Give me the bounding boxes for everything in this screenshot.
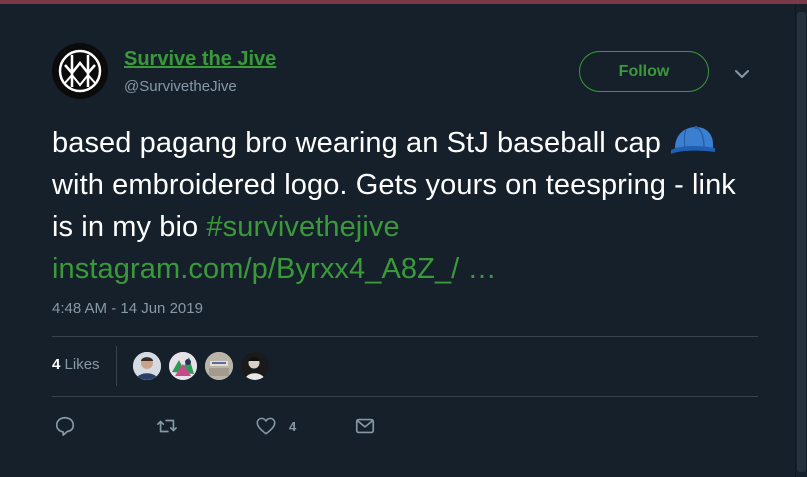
likes-count[interactable]: 4 Likes <box>52 356 100 373</box>
instagram-link[interactable]: instagram.com/p/Byrxx4_A8Z_/ … <box>52 253 497 285</box>
divider-bottom <box>52 396 758 397</box>
retweet-button[interactable] <box>156 414 178 438</box>
liker-avatar[interactable] <box>239 350 271 382</box>
direct-message-button[interactable] <box>354 414 376 438</box>
baseball-cap-icon <box>669 124 717 156</box>
liker-avatar[interactable] <box>167 350 199 382</box>
liker-avatar[interactable] <box>203 350 235 382</box>
scrollbar[interactable] <box>795 4 807 477</box>
likes-label: Likes <box>64 356 100 373</box>
tweet-text-part1: based pagang bro wearing an StJ baseball… <box>52 127 670 159</box>
tweet-text: based pagang bro wearing an StJ baseball… <box>52 122 758 290</box>
like-button[interactable]: 4 <box>255 414 296 438</box>
liker-avatar[interactable] <box>131 350 163 382</box>
heart-icon <box>256 417 276 435</box>
reply-button[interactable] <box>54 414 76 438</box>
user-handle[interactable]: @SurvivetheJive <box>124 78 237 95</box>
scrollbar-thumb[interactable] <box>797 12 806 472</box>
likes-number: 4 <box>52 356 61 373</box>
envelope-icon <box>355 418 375 434</box>
chevron-down-icon[interactable] <box>732 64 752 84</box>
tweet-timestamp[interactable]: 4:48 AM - 14 Jun 2019 <box>52 300 203 317</box>
account-avatar[interactable] <box>52 43 108 99</box>
divider-top <box>52 336 758 337</box>
reply-icon <box>55 416 75 436</box>
display-name[interactable]: Survive the Jive <box>124 48 276 71</box>
like-count: 4 <box>289 418 297 434</box>
retweet-icon <box>157 419 177 433</box>
likes-separator <box>116 346 117 386</box>
follow-button[interactable]: Follow <box>579 51 709 92</box>
hashtag-link[interactable]: #survivethejive <box>206 211 399 243</box>
